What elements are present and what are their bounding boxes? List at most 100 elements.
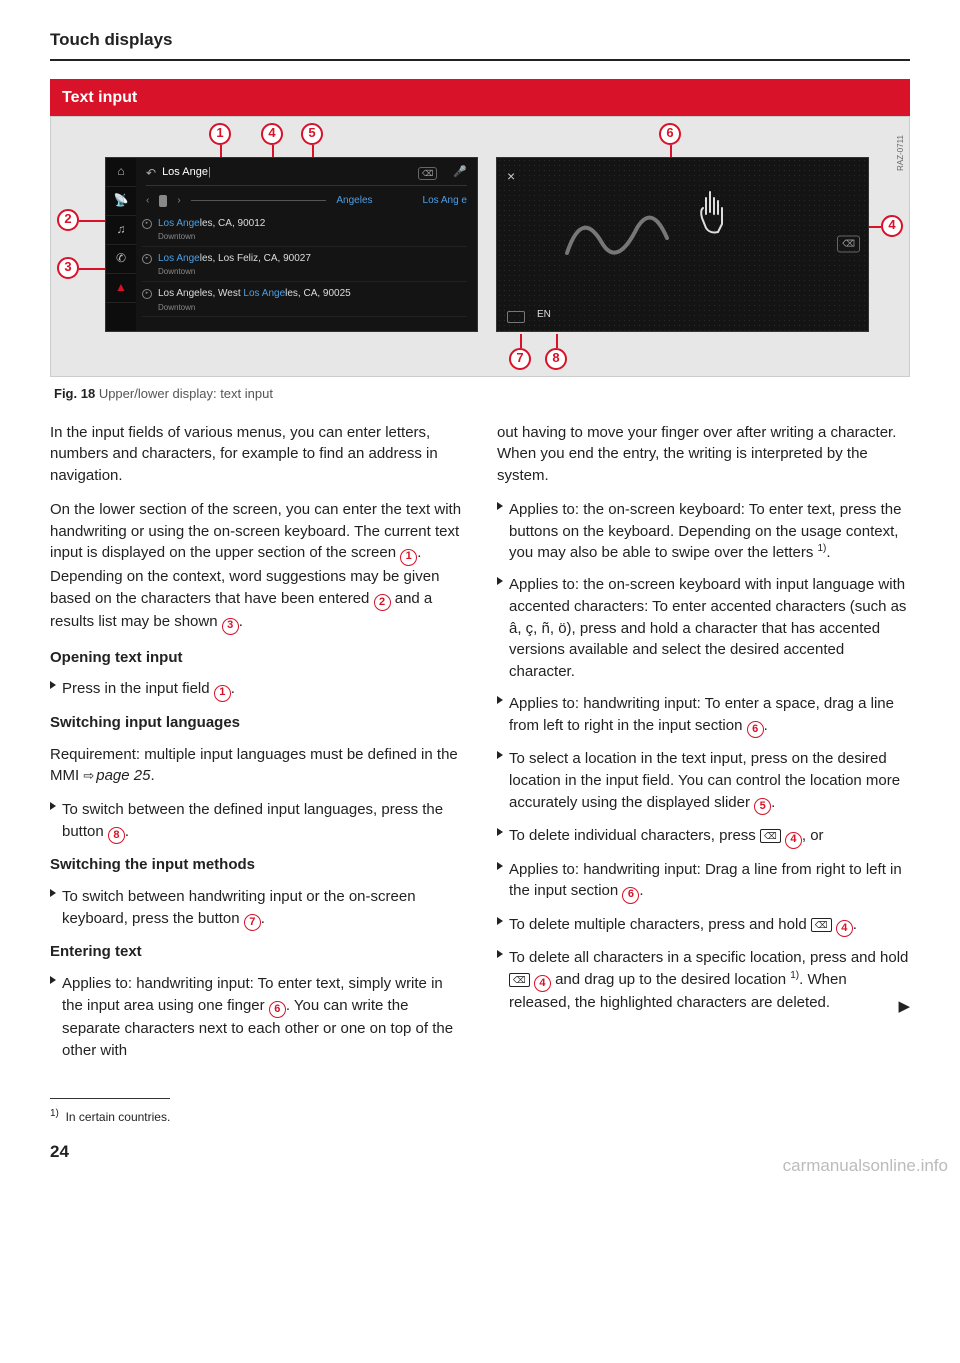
list-item: ▸ Los Angeles, West Los Angeles, CA, 900…: [142, 284, 467, 317]
bullet-location: To select a location in the text input, …: [497, 748, 910, 815]
footnote: 1) In certain countries.: [50, 1107, 910, 1126]
lang-req: Requirement: multiple input languages mu…: [50, 744, 463, 788]
callout-3: 3: [57, 257, 79, 279]
right-column: out having to move your finger over afte…: [497, 422, 910, 1072]
close-icon: ×: [507, 166, 515, 186]
callout-1: 1: [209, 123, 231, 145]
back-icon: ↶: [146, 165, 156, 182]
bullet-arrow-icon: [497, 828, 503, 836]
ref-6: 6: [622, 887, 639, 904]
bullet-open: Press in the input field 1.: [50, 678, 463, 701]
watermark: carmanualsonline.info: [783, 1154, 948, 1179]
ref-2: 2: [374, 594, 391, 611]
delete-icon: ⌫: [418, 167, 437, 181]
text-input-row: ↶ Los Ange| ⌫ 🎤: [146, 166, 467, 186]
scribble-icon: [557, 198, 677, 268]
music-icon: ♫: [106, 216, 136, 245]
bullet-delete-multi: To delete multiple characters, press and…: [497, 914, 910, 937]
bullet-accented: Applies to: the on-screen keyboard with …: [497, 574, 910, 683]
phone-icon: ✆: [106, 245, 136, 274]
bullet-arrow-icon: [497, 696, 503, 704]
delete-icon: ⌫: [837, 236, 860, 253]
footnote-separator: [50, 1098, 170, 1099]
bullet-arrow-icon: [50, 889, 56, 897]
left-column: In the input fields of various menus, yo…: [50, 422, 463, 1072]
results-list: ▸ Los Angeles, CA, 90012 Downtown ▸ Los …: [142, 214, 467, 327]
suggestion-2: Los Ang e: [423, 194, 467, 209]
callout-6: 6: [659, 123, 681, 145]
lead-8: [556, 334, 558, 348]
home-icon: ⌂: [106, 158, 136, 187]
bullet-delete-one: To delete individual characters, press ⌫…: [497, 825, 910, 848]
bullet-delete-all: To delete all characters in a specific l…: [497, 947, 910, 1018]
heading-method: Switching the input methods: [50, 854, 463, 876]
upper-display-mock: ⌂ 📡 ♫ ✆ ▲ ↶ Los Ange| ⌫ 🎤 ‹ ›: [105, 157, 478, 332]
bullet-space: Applies to: handwriting input: To enter …: [497, 693, 910, 738]
bullet-lang: To switch between the defined input lang…: [50, 799, 463, 844]
delete-glyph: ⌫: [760, 829, 781, 843]
intro-para-1: In the input fields of various menus, yo…: [50, 422, 463, 487]
cont-para: out having to move your finger over afte…: [497, 422, 910, 487]
callout-4-right: 4: [881, 215, 903, 237]
ref-5: 5: [754, 798, 771, 815]
figure-container: RAZ-0711 1 4 5 2 3 6 4 7 8 ⌂ 📡: [50, 116, 910, 377]
ref-3: 3: [222, 618, 239, 635]
bullet-arrow-icon: [50, 802, 56, 810]
bullet-arrow-icon: [497, 502, 503, 510]
pin-icon: ▸: [142, 219, 152, 229]
ref-6: 6: [269, 1001, 286, 1018]
intro-para-2: On the lower section of the screen, you …: [50, 499, 463, 635]
suggestion-row: ‹ › Angeles Los Ang e: [146, 192, 467, 210]
heading-enter: Entering text: [50, 941, 463, 963]
bullet-arrow-icon: [497, 751, 503, 759]
callout-8: 8: [545, 348, 567, 370]
next-icon: ›: [177, 194, 180, 209]
page-number: 24: [50, 1140, 910, 1165]
bullet-method: To switch between handwriting input or t…: [50, 886, 463, 931]
ref-4: 4: [534, 975, 551, 992]
footnote-ref: 1): [790, 970, 799, 981]
bullet-arrow-icon: [50, 681, 56, 689]
delete-glyph: ⌫: [509, 973, 530, 987]
ref-4: 4: [836, 920, 853, 937]
hand-icon: [692, 188, 732, 238]
input-text: Los Ange|: [162, 165, 412, 181]
prev-icon: ‹: [146, 194, 149, 209]
callout-7: 7: [509, 348, 531, 370]
bullet-arrow-icon: [497, 862, 503, 870]
keyboard-icon: [507, 311, 525, 323]
bullet-arrow-icon: [497, 577, 503, 585]
callout-5: 5: [301, 123, 323, 145]
ref-4: 4: [785, 832, 802, 849]
ref-7: 7: [244, 914, 261, 931]
continue-arrow-icon: ▶: [898, 996, 910, 1018]
bullet-arrow-icon: [50, 976, 56, 984]
nav-icon: ▲: [106, 274, 136, 303]
callout-2: 2: [57, 209, 79, 231]
slider-handle: [159, 195, 167, 207]
figure-side-code: RAZ-0711: [895, 135, 907, 171]
bullet-arrow-icon: [497, 917, 503, 925]
ref-8: 8: [108, 827, 125, 844]
heading-lang: Switching input languages: [50, 712, 463, 734]
callout-4-top: 4: [261, 123, 283, 145]
pin-icon: ▸: [142, 254, 152, 264]
ref-1: 1: [400, 549, 417, 566]
radio-icon: 📡: [106, 187, 136, 216]
suggestion-1: Angeles: [336, 194, 372, 209]
language-label: EN: [537, 308, 551, 323]
page-link: page 25: [83, 767, 150, 784]
bullet-keyboard: Applies to: the on-screen keyboard: To e…: [497, 499, 910, 564]
lead-7: [520, 334, 522, 348]
list-item: ▸ Los Angeles, CA, 90012 Downtown: [142, 214, 467, 247]
mic-icon: 🎤: [453, 165, 467, 181]
section-title: Text input: [50, 79, 910, 116]
delete-glyph: ⌫: [811, 918, 832, 932]
heading-open: Opening text input: [50, 647, 463, 669]
bullet-handwriting: Applies to: handwriting input: To enter …: [50, 973, 463, 1062]
ref-1: 1: [214, 685, 231, 702]
figure-caption: Fig. 18 Upper/lower display: text input: [54, 385, 910, 404]
list-item: ▸ Los Angeles, Los Feliz, CA, 90027 Down…: [142, 249, 467, 282]
page-header: Touch displays: [50, 28, 910, 61]
bullet-delete-drag: Applies to: handwriting input: Drag a li…: [497, 859, 910, 904]
